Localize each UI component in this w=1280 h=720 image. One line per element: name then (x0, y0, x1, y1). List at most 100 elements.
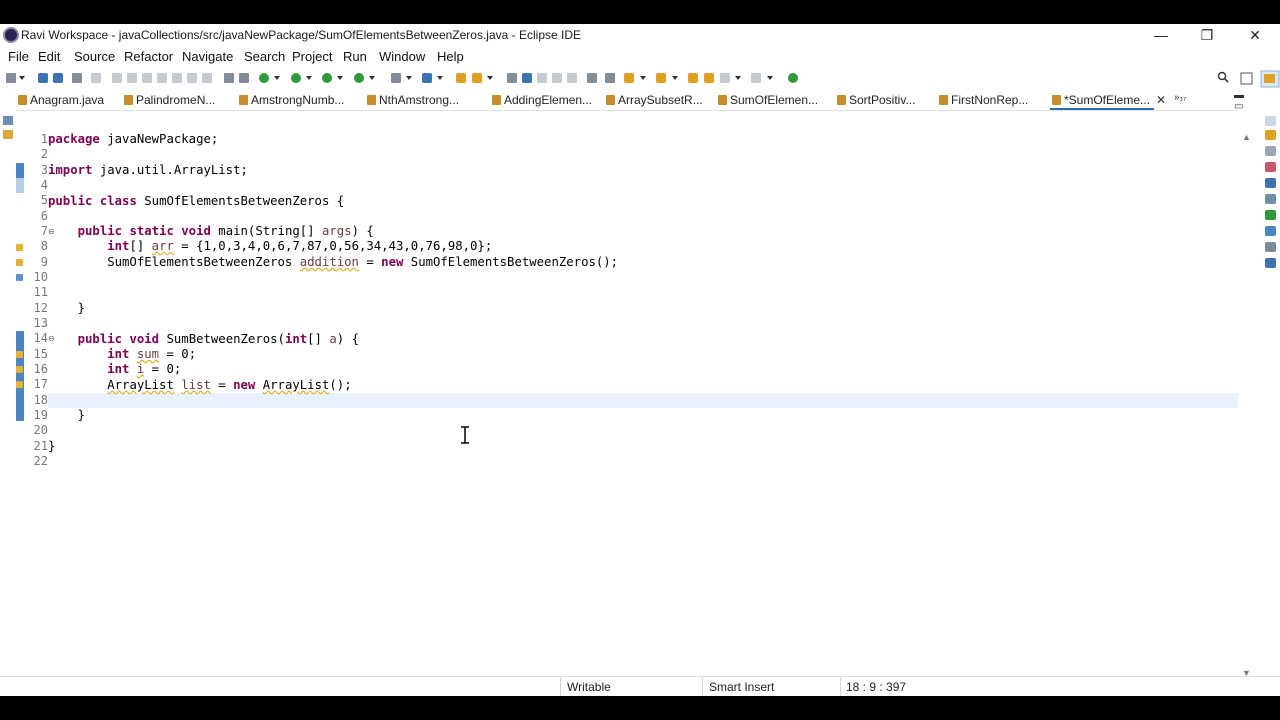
menu-run[interactable]: Run (343, 49, 367, 64)
code-text-area[interactable]: package javaNewPackage; import java.util… (48, 111, 1238, 681)
tab-sum-of-elements-active[interactable]: *SumOfEleme... (1050, 90, 1154, 110)
warning-icon[interactable] (16, 381, 23, 388)
new-dropdown-icon[interactable] (19, 76, 25, 80)
task-list-icon[interactable] (1265, 130, 1276, 140)
servers-icon[interactable] (1265, 258, 1276, 268)
web-browser-icon[interactable] (587, 73, 597, 83)
previous-annotation-dropdown-icon[interactable] (672, 76, 678, 80)
skip-breakpoints-icon[interactable] (239, 73, 249, 83)
vertical-scrollbar[interactable]: ▲ ▼ (1240, 132, 1254, 682)
step-return-icon[interactable] (202, 73, 212, 83)
tab-adding-elements[interactable]: AddingElemen... (490, 90, 592, 110)
open-task-dropdown-icon[interactable] (487, 76, 493, 80)
maximize-button[interactable]: ❐ (1184, 24, 1230, 46)
menu-refactor[interactable]: Refactor (124, 49, 173, 64)
tab-nth-amstrong[interactable]: NthAmstrong... (365, 90, 459, 110)
tab-label: AddingElemen... (504, 93, 593, 107)
tab-sort-positive[interactable]: SortPositiv... (835, 90, 915, 110)
quick-fix-icon[interactable] (16, 274, 23, 281)
last-edit-location-icon[interactable] (688, 73, 698, 83)
pin-editor-icon[interactable] (788, 73, 798, 83)
menu-window[interactable]: Window (379, 49, 425, 64)
toggle-block-selection-icon[interactable] (537, 73, 547, 83)
disconnect-icon[interactable] (157, 73, 167, 83)
tab-amstrong-number[interactable]: AmstrongNumb... (237, 90, 344, 110)
run-icon[interactable] (291, 73, 301, 83)
minimize-button[interactable]: — (1138, 24, 1184, 46)
next-annotation-icon[interactable] (624, 73, 634, 83)
tab-array-subset[interactable]: ArraySubsetR... (604, 90, 703, 110)
step-into-icon[interactable] (172, 73, 182, 83)
search-icon[interactable] (1217, 71, 1229, 83)
toggle-icon[interactable] (91, 73, 101, 83)
show-whitespace-icon[interactable] (552, 73, 562, 83)
menu-edit[interactable]: Edit (38, 49, 60, 64)
code-editor[interactable]: 1 2 3 4 5 6 7 ⊖ 8 9 10 11 12 13 14 ⊖ 15 16 17 18 19 20 21 22 pa… (16, 110, 1238, 681)
step-icon[interactable] (112, 73, 122, 83)
menu-help[interactable]: Help (437, 49, 464, 64)
progress-icon[interactable] (1265, 226, 1276, 236)
new-class-dropdown-icon[interactable] (437, 76, 443, 80)
package-explorer-icon[interactable] (3, 116, 13, 125)
debug-icon[interactable] (259, 73, 269, 83)
save-icon[interactable] (38, 73, 48, 83)
open-console-icon[interactable] (72, 73, 82, 83)
drop-frame-icon[interactable] (224, 73, 234, 83)
outline-view-icon[interactable] (1265, 146, 1276, 156)
menu-file[interactable]: File (8, 49, 29, 64)
javadoc-icon[interactable] (1265, 178, 1276, 188)
previous-annotation-icon[interactable] (656, 73, 666, 83)
outline-icon[interactable] (3, 130, 13, 139)
tab-palindrome[interactable]: PalindromeN... (122, 90, 215, 110)
debug-dropdown-icon[interactable] (274, 76, 280, 80)
menu-project[interactable]: Project (292, 49, 332, 64)
menu-navigate[interactable]: Navigate (182, 49, 233, 64)
back-dropdown-icon[interactable] (735, 76, 741, 80)
back-icon[interactable] (704, 73, 714, 83)
tab-sum-of-elements[interactable]: SumOfElemen... (716, 90, 818, 110)
forward-arrow-icon[interactable] (751, 73, 761, 83)
close-tab-icon[interactable]: ✕ (1156, 93, 1166, 107)
problems-icon[interactable] (1265, 162, 1276, 172)
warning-icon[interactable] (16, 351, 23, 358)
menu-source[interactable]: Source (74, 49, 115, 64)
open-type-icon[interactable] (456, 73, 466, 83)
new-class-icon[interactable] (422, 73, 432, 83)
scroll-up-arrow-icon[interactable]: ▲ (1242, 132, 1251, 142)
restore-icon[interactable] (1265, 116, 1276, 126)
suspend-icon[interactable] (127, 73, 137, 83)
tab-first-non-repeating[interactable]: FirstNonRep... (937, 90, 1028, 110)
warning-icon[interactable] (16, 244, 23, 251)
back-arrow-icon[interactable] (720, 73, 730, 83)
console-icon[interactable] (1265, 210, 1276, 220)
show-pilcrow-icon[interactable] (567, 73, 577, 83)
forward-dropdown-icon[interactable] (767, 76, 773, 80)
new-icon[interactable] (6, 73, 16, 83)
run-dropdown-icon[interactable] (306, 76, 312, 80)
open-task-icon[interactable] (472, 73, 482, 83)
next-annotation-dropdown-icon[interactable] (640, 76, 646, 80)
search-view-icon[interactable] (1265, 242, 1276, 252)
close-window-button[interactable]: ✕ (1232, 24, 1278, 46)
step-over-icon[interactable] (187, 73, 197, 83)
toggle-mark-occurrences-icon[interactable] (507, 73, 517, 83)
search-toolbar-icon[interactable] (605, 73, 615, 83)
menu-search[interactable]: Search (244, 49, 285, 64)
coverage-icon[interactable] (322, 73, 332, 83)
warning-icon[interactable] (16, 366, 23, 373)
warning-icon[interactable] (16, 259, 23, 266)
external-tools-icon[interactable] (354, 73, 364, 83)
tab-anagram[interactable]: Anagram.java (16, 90, 104, 110)
coverage-dropdown-icon[interactable] (337, 76, 343, 80)
perspective-icon[interactable] (1240, 70, 1280, 88)
declaration-icon[interactable] (1265, 194, 1276, 204)
new-java-project-dropdown-icon[interactable] (406, 76, 412, 80)
terminate-icon[interactable] (142, 73, 152, 83)
new-java-project-icon[interactable] (391, 73, 401, 83)
minimize-editor-icon[interactable]: ▬ ▭ (1234, 90, 1244, 112)
external-tools-dropdown-icon[interactable] (369, 76, 375, 80)
toggle-word-wrap-icon[interactable] (522, 73, 532, 83)
save-all-icon[interactable] (53, 73, 63, 83)
window-title: Ravi Workspace - javaCollections/src/jav… (21, 28, 581, 42)
tab-overflow-button[interactable]: »₁₇ (1174, 92, 1186, 103)
